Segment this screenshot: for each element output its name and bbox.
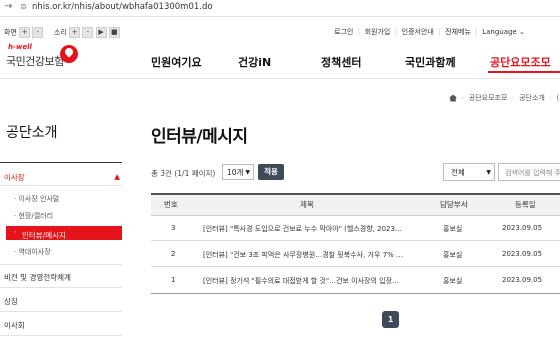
sound-up-button[interactable]: + [69, 27, 81, 38]
breadcrumb-item-intro[interactable]: 공단소개 [519, 94, 545, 102]
sidebar-divider [0, 264, 122, 265]
sidebar-divider [0, 162, 122, 163]
row-title-link[interactable]: [인터뷰] "건보 3조 피먹은 사무장병원…경찰 뒷북수사, 거우 7% … [203, 250, 403, 260]
sidebar-divider [0, 185, 122, 186]
back-arrow-icon[interactable]: → [4, 1, 12, 12]
sound-controls: 소리 + - ▶ ■ [54, 27, 120, 38]
per-page-select[interactable]: 10개 ▼ [222, 164, 254, 180]
chevron-down-icon: ▼ [486, 169, 491, 176]
url-text[interactable]: nhis.or.kr/nhis/about/wbhafa01300m01.do [32, 2, 213, 12]
language-select[interactable]: Language ⌄ [482, 28, 525, 36]
column-header-title: 제목 [300, 200, 314, 209]
logo-heart-icon [60, 45, 78, 63]
sidebar-divider [0, 311, 122, 312]
row-number: 1 [171, 276, 176, 284]
row-number: 2 [171, 250, 176, 258]
search-input[interactable]: 검색어를 입력해 주 [498, 163, 560, 181]
home-icon[interactable] [449, 94, 457, 102]
util-links: 로그인 | 회원가입 | 인증서안내 | 전체메뉴 | Language ⌄ [334, 28, 525, 36]
sidebar-item-board[interactable]: 이사회 [4, 320, 25, 331]
row-number: 3 [171, 224, 176, 232]
row-title-link[interactable]: [인터뷰] "특사경 도입으로 건보료 누수 막아야" (헬스경향, 2023… [203, 224, 403, 234]
chevron-down-icon: ⌄ [518, 28, 525, 36]
sidebar-sub-former[interactable]: · 역대이사장 [14, 247, 51, 257]
chevron-down-icon: ▼ [245, 169, 250, 176]
row-date: 2023.09.05 [502, 250, 543, 258]
gnb-item-health[interactable]: 건강iN [238, 54, 271, 70]
sound-down-button[interactable]: - [82, 27, 94, 38]
gnb-item-together[interactable]: 국민과함께 [405, 54, 456, 70]
row-dept: 홍보실 [443, 251, 463, 259]
logo-tagline: h-well [8, 43, 32, 51]
sidebar-item-symbol[interactable]: 상징 [4, 296, 18, 307]
table-bottom-border [151, 293, 560, 294]
apply-button[interactable]: 적용 [258, 164, 284, 180]
sidebar-item-ceo[interactable]: 이사장 ▲ [4, 172, 122, 183]
sound-stop-button[interactable]: ■ [108, 27, 120, 38]
chevron-up-icon: ▲ [114, 172, 120, 181]
row-divider [151, 240, 560, 241]
sound-label: 소리 [54, 28, 67, 37]
screen-zoom-controls: 화면 + - [4, 27, 44, 38]
signup-link[interactable]: 회원가입 [365, 28, 391, 36]
pagination-page-1[interactable]: 1 [382, 311, 399, 328]
sidebar-sub-interview[interactable]: · 인터뷰/메시지 [6, 226, 122, 240]
logo-name[interactable]: 국민건강보험 [6, 53, 64, 69]
page-title: 인터뷰/메시지 [151, 127, 248, 147]
zoom-reset-button[interactable]: - [32, 27, 44, 38]
gnb-item-policy[interactable]: 정책센터 [321, 54, 361, 70]
column-header-dept: 담당부서 [440, 200, 468, 209]
screen-label: 화면 [4, 28, 17, 37]
row-dept: 홍보실 [443, 277, 463, 285]
row-title-link[interactable]: [인터뷰] 정기석 "필수의료 대접받게 할 것"…건보 이사장의 입장은… [203, 276, 403, 286]
gnb-active-indicator [488, 71, 560, 73]
search-scope-select[interactable]: 전체 ▼ [443, 163, 495, 181]
gnb-item-civil[interactable]: 민원여기요 [151, 54, 202, 70]
site-info-icon[interactable]: ⊜ [20, 2, 27, 11]
result-count: 총 3건 (1/1 페이지) [151, 169, 216, 178]
sidebar-item-vision[interactable]: 비전 및 경영전략체계 [4, 272, 71, 283]
certificate-link[interactable]: 인증서안내 [402, 28, 434, 36]
zoom-in-button[interactable]: + [19, 27, 31, 38]
all-menu-link[interactable]: 전체메뉴 [445, 28, 471, 36]
column-header-number: 번호 [164, 200, 178, 209]
breadcrumb: › 공단요모조모 › 공단소개 › ( [449, 93, 559, 103]
row-date: 2023.09.05 [502, 224, 543, 232]
sidebar-title: 공단소개 [6, 125, 58, 141]
sidebar-sub-greeting[interactable]: · 이사장 인사말 [14, 194, 59, 204]
breadcrumb-item-current[interactable]: ( [557, 94, 560, 102]
header-divider [0, 78, 560, 79]
column-header-date: 등록일 [515, 200, 536, 209]
browser-address-bar: → ⊜ nhis.or.kr/nhis/about/wbhafa01300m01… [0, 0, 560, 17]
login-link[interactable]: 로그인 [334, 28, 353, 36]
sidebar-divider [0, 335, 122, 336]
breadcrumb-item-about[interactable]: 공단요모조모 [469, 94, 508, 102]
gnb-item-about[interactable]: 공단요모조모 [490, 54, 551, 70]
row-divider [151, 266, 560, 267]
sound-play-button[interactable]: ▶ [95, 27, 107, 38]
sidebar-sub-gallery[interactable]: · 현장/갤러리 [14, 211, 53, 221]
table-header [151, 193, 560, 216]
row-date: 2023.09.05 [502, 276, 543, 284]
sidebar-divider [0, 287, 122, 288]
row-dept: 홍보실 [443, 225, 463, 233]
